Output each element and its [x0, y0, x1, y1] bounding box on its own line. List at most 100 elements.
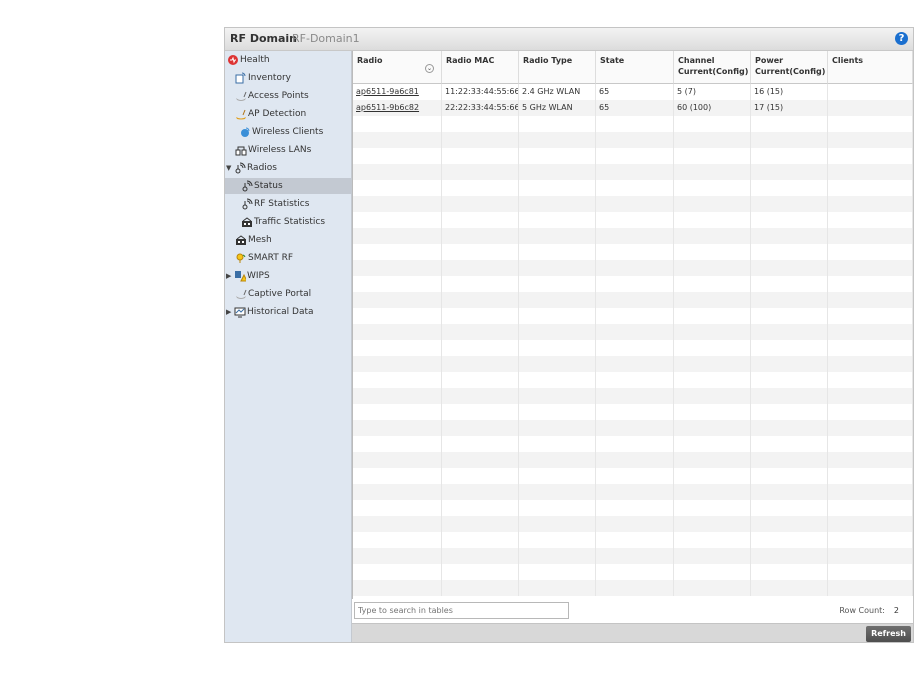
empty-cell	[751, 212, 828, 228]
sidebar-item-rf-statistics[interactable]: RF Statistics	[241, 196, 309, 212]
column-header-radio-mac[interactable]: Radio MAC	[442, 51, 519, 84]
column-header-radio-type[interactable]: Radio Type	[519, 51, 596, 84]
sidebar-item-traffic-statistics[interactable]: Traffic Statistics	[241, 214, 325, 230]
empty-cell	[519, 388, 596, 404]
sidebar-item-status[interactable]: Status	[225, 178, 351, 194]
empty-cell	[596, 564, 674, 580]
empty-cell	[828, 308, 913, 324]
radio-link[interactable]: ap6511-9b6c82	[353, 100, 442, 116]
empty-cell	[674, 132, 751, 148]
empty-cell	[674, 388, 751, 404]
empty-cell	[442, 340, 519, 356]
empty-table-row	[353, 436, 913, 452]
empty-cell	[519, 148, 596, 164]
sidebar-item-smart-rf[interactable]: SMART RF	[235, 250, 293, 266]
empty-cell	[828, 228, 913, 244]
sidebar: Health Inventory Access Points AP Detect…	[225, 51, 352, 642]
empty-cell	[519, 132, 596, 148]
sidebar-item-wireless-clients[interactable]: Wireless Clients	[239, 124, 323, 140]
sidebar-item-mesh[interactable]: Mesh	[235, 232, 272, 248]
empty-cell	[596, 452, 674, 468]
empty-cell	[519, 564, 596, 580]
sidebar-item-access-points[interactable]: Access Points	[235, 88, 309, 104]
empty-cell	[519, 116, 596, 132]
radio-mac-cell: 11:22:33:44:55:66	[442, 84, 519, 100]
empty-cell	[596, 500, 674, 516]
empty-cell	[519, 532, 596, 548]
collapsed-arrow-icon[interactable]: ▶	[226, 268, 234, 284]
empty-cell	[674, 404, 751, 420]
column-header-radio[interactable]: Radio ⌄	[353, 51, 442, 84]
empty-cell	[751, 452, 828, 468]
sidebar-item-historical-data[interactable]: ▶ Historical Data	[226, 304, 314, 320]
sidebar-item-radios[interactable]: ▼ Radios	[226, 160, 277, 176]
empty-cell	[596, 484, 674, 500]
empty-cell	[353, 196, 442, 212]
empty-table-row	[353, 148, 913, 164]
table-search-input[interactable]	[354, 602, 569, 619]
empty-cell	[751, 420, 828, 436]
empty-cell	[674, 324, 751, 340]
empty-cell	[596, 260, 674, 276]
empty-cell	[442, 132, 519, 148]
sort-icon[interactable]: ⌄	[425, 64, 434, 73]
empty-cell	[828, 340, 913, 356]
sidebar-item-wips[interactable]: ▶ WIPS	[226, 268, 270, 284]
radio-link[interactable]: ap6511-9a6c81	[353, 84, 442, 100]
column-header-power[interactable]: Power Current(Config)	[751, 51, 828, 84]
empty-cell	[828, 452, 913, 468]
empty-cell	[519, 548, 596, 564]
empty-cell	[442, 564, 519, 580]
empty-cell	[751, 148, 828, 164]
empty-cell	[353, 420, 442, 436]
power-cell: 16 (15)	[751, 84, 828, 100]
empty-cell	[674, 196, 751, 212]
sidebar-item-ap-detection[interactable]: AP Detection	[235, 106, 306, 122]
empty-cell	[828, 500, 913, 516]
empty-cell	[353, 308, 442, 324]
table-row[interactable]: ap6511-9b6c82 22:22:33:44:55:66 5 GHz WL…	[353, 100, 913, 116]
sidebar-item-health[interactable]: Health	[227, 52, 270, 68]
empty-table-row	[353, 564, 913, 580]
empty-cell	[596, 196, 674, 212]
empty-table-row	[353, 212, 913, 228]
empty-cell	[353, 500, 442, 516]
sidebar-item-label: Wireless LANs	[248, 145, 312, 155]
collapsed-arrow-icon[interactable]: ▶	[226, 304, 234, 320]
rf-domain-panel: RF Domain RF-Domain1 ? Health Inventory …	[224, 27, 914, 643]
empty-cell	[596, 372, 674, 388]
sidebar-item-inventory[interactable]: Inventory	[235, 70, 291, 86]
sidebar-item-wireless-lans[interactable]: Wireless LANs	[235, 142, 311, 158]
empty-cell	[828, 132, 913, 148]
empty-cell	[596, 516, 674, 532]
empty-table-row	[353, 340, 913, 356]
empty-cell	[674, 484, 751, 500]
access-points-icon	[235, 90, 247, 102]
expanded-arrow-icon[interactable]: ▼	[226, 160, 234, 176]
column-header-clients[interactable]: Clients	[828, 51, 913, 84]
row-count-label: Row Count:	[839, 606, 885, 615]
column-header-channel[interactable]: Channel Current(Config)	[674, 51, 751, 84]
empty-cell	[353, 340, 442, 356]
refresh-button[interactable]: Refresh	[866, 626, 911, 642]
empty-cell	[442, 404, 519, 420]
sidebar-item-captive-portal[interactable]: Captive Portal	[235, 286, 311, 302]
empty-cell	[442, 500, 519, 516]
empty-cell	[519, 580, 596, 596]
empty-cell	[442, 116, 519, 132]
column-header-state[interactable]: State	[596, 51, 674, 84]
empty-cell	[751, 276, 828, 292]
help-icon[interactable]: ?	[895, 32, 908, 45]
sidebar-item-label: WIPS	[247, 271, 270, 281]
empty-cell	[828, 404, 913, 420]
table-row[interactable]: ap6511-9a6c81 11:22:33:44:55:66 2.4 GHz …	[353, 84, 913, 100]
radio-type-cell: 5 GHz WLAN	[519, 100, 596, 116]
empty-table-row	[353, 132, 913, 148]
empty-cell	[751, 532, 828, 548]
ap-detection-icon	[235, 108, 247, 120]
empty-cell	[751, 484, 828, 500]
empty-cell	[442, 468, 519, 484]
empty-cell	[596, 276, 674, 292]
empty-cell	[751, 324, 828, 340]
empty-cell	[674, 244, 751, 260]
